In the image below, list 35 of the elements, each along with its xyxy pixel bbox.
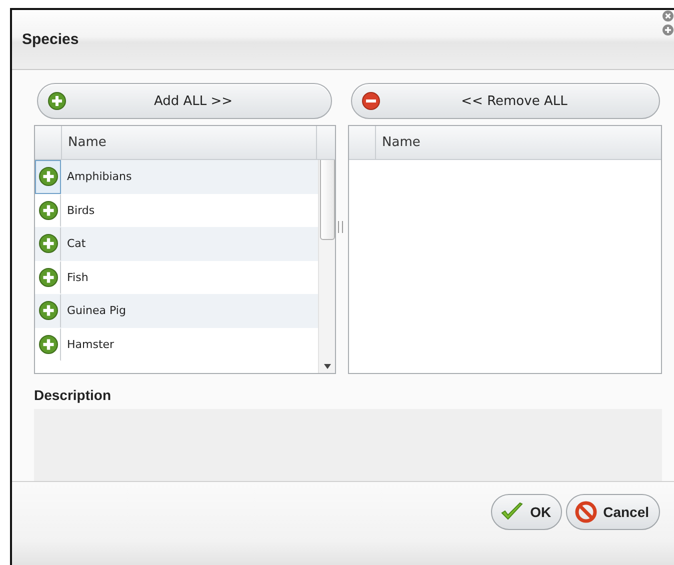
grid-row[interactable]: Fish bbox=[35, 260, 318, 294]
remove-all-button[interactable]: << Remove ALL bbox=[350, 83, 660, 119]
grid-row[interactable]: Hamster bbox=[35, 328, 318, 361]
minus-icon bbox=[362, 92, 380, 110]
window-title: Species bbox=[22, 31, 79, 48]
splitter-handle[interactable] bbox=[338, 221, 343, 233]
name-cell-text: Birds bbox=[66, 204, 95, 217]
close-icon[interactable] bbox=[662, 10, 674, 22]
name-cell-text: Cat bbox=[66, 237, 86, 250]
plus-icon bbox=[38, 334, 58, 354]
name-cell-text: Hamster bbox=[66, 338, 114, 351]
cancel-icon bbox=[575, 501, 598, 523]
grid-row[interactable]: Birds bbox=[35, 194, 318, 227]
plus-icon bbox=[38, 234, 58, 254]
grid-row[interactable]: Guinea Pig bbox=[35, 294, 318, 328]
description-field[interactable] bbox=[34, 409, 662, 481]
check-icon bbox=[500, 502, 524, 522]
name-cell-text: Amphibians bbox=[66, 170, 132, 184]
add-all-button[interactable]: Add ALL >> bbox=[37, 83, 332, 119]
grid-row[interactable]: Cat bbox=[35, 227, 318, 260]
scrollbar[interactable] bbox=[318, 160, 335, 373]
name-cell-text: Fish bbox=[66, 270, 88, 284]
plus-icon bbox=[48, 92, 66, 110]
plus-icon bbox=[38, 167, 58, 186]
grid-row[interactable]: Amphibians bbox=[35, 160, 318, 194]
row-indicator[interactable] bbox=[35, 160, 61, 194]
plus-icon bbox=[38, 200, 58, 220]
description-label: Description bbox=[34, 387, 112, 403]
plus-icon bbox=[38, 301, 58, 320]
scroll-down-icon[interactable] bbox=[324, 364, 330, 369]
expand-icon[interactable] bbox=[662, 24, 674, 36]
cancel-button[interactable]: Cancel bbox=[566, 494, 660, 530]
ok-button[interactable]: OK bbox=[491, 494, 562, 530]
plus-icon bbox=[38, 268, 58, 287]
name-cell-text: Guinea Pig bbox=[66, 304, 126, 318]
